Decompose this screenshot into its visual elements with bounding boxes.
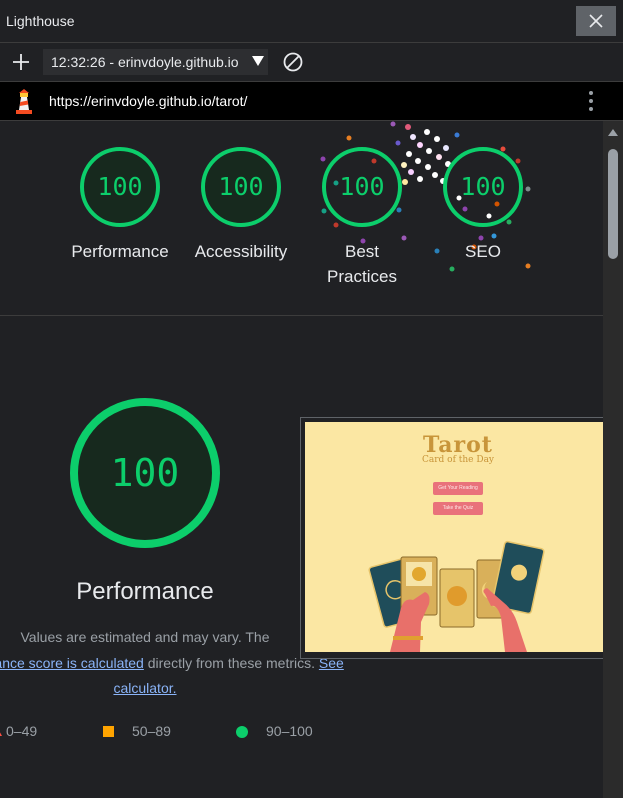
seo-score-gauge[interactable]: 100 xyxy=(443,147,523,227)
best-practices-score: 100 xyxy=(339,172,385,201)
best-practices-label-line2: Practices xyxy=(327,267,397,286)
report-scrollbar[interactable] xyxy=(603,121,623,798)
performance-score: 100 xyxy=(97,172,143,201)
performance-section-title: Performance xyxy=(76,578,214,605)
best-practices-score-gauge[interactable]: 100 xyxy=(322,147,402,227)
caret-down-icon xyxy=(252,56,264,66)
report-url: https://erinvdoyle.github.io/tarot/ xyxy=(49,93,248,109)
fail-triangle-icon xyxy=(0,725,2,736)
score-calculation-link[interactable]: performance score is calculated xyxy=(0,655,144,671)
report-url-bar: https://erinvdoyle.github.io/tarot/ xyxy=(0,82,623,121)
description-text-1: Values are estimated and may vary. The xyxy=(20,629,270,645)
average-square-icon xyxy=(103,726,114,737)
close-button[interactable] xyxy=(576,6,616,36)
section-divider xyxy=(0,315,603,316)
tarot-cards-illustration xyxy=(368,540,545,652)
pass-circle-icon xyxy=(236,726,248,738)
clear-reports-button[interactable] xyxy=(283,52,303,72)
window-titlebar: Lighthouse xyxy=(0,0,623,43)
plus-icon xyxy=(13,54,29,70)
performance-description: Values are estimated and may vary. The p… xyxy=(0,625,345,702)
kebab-menu-icon xyxy=(589,91,593,111)
more-options-button[interactable] xyxy=(586,90,596,112)
performance-score-gauge[interactable]: 100 xyxy=(80,147,160,227)
final-screenshot[interactable]: Tarot Card of the Day Get Your Reading T… xyxy=(305,422,603,652)
report-select[interactable]: 12:32:26 - erinvdoyle.github.io xyxy=(43,49,268,75)
performance-big-gauge: 100 xyxy=(70,398,220,548)
window-title: Lighthouse xyxy=(6,13,75,29)
scrollbar-thumb[interactable] xyxy=(608,149,618,259)
performance-big-score: 100 xyxy=(110,451,180,495)
legend-average-range: 50–89 xyxy=(132,723,171,739)
report-select-value: 12:32:26 - erinvdoyle.github.io xyxy=(51,54,239,70)
best-practices-label-line1: Best xyxy=(344,242,380,261)
close-icon xyxy=(589,14,603,28)
scroll-up-arrow-icon[interactable] xyxy=(608,129,618,136)
seo-label[interactable]: SEO xyxy=(413,239,553,264)
accessibility-label[interactable]: Accessibility xyxy=(171,239,311,264)
block-icon xyxy=(283,52,303,72)
accessibility-score: 100 xyxy=(218,172,264,201)
performance-label[interactable]: Performance xyxy=(50,239,190,264)
seo-score: 100 xyxy=(460,172,506,201)
accessibility-score-gauge[interactable]: 100 xyxy=(201,147,281,227)
description-text-2: directly from these metrics. xyxy=(147,654,315,671)
lighthouse-toolbar: 12:32:26 - erinvdoyle.github.io xyxy=(0,43,623,82)
report-content[interactable]: 100 Performance 100 Accessibility 100 Be… xyxy=(0,121,603,798)
lighthouse-icon xyxy=(16,89,32,114)
legend-pass-range: 90–100 xyxy=(266,723,313,739)
legend-fail-range: 0–49 xyxy=(6,723,38,739)
new-report-button[interactable] xyxy=(10,51,32,73)
best-practices-label[interactable]: Best Practices xyxy=(292,239,432,289)
